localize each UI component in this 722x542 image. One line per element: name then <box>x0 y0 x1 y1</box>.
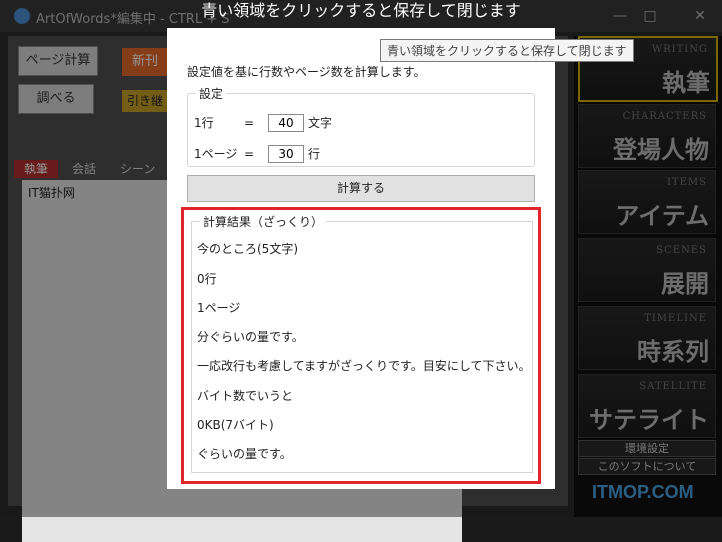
settings-legend: 設定 <box>196 85 227 102</box>
settings-group: 設定 1行 = 文字 1ページ = 行 <box>187 85 535 167</box>
results-highlight: 計算結果（ざっくり） 今のところ(5文字) 0行 1ページ 分ぐらいの量です。 … <box>181 207 541 484</box>
result-line: 0行 <box>197 272 217 286</box>
chars-per-line-row: 1行 = 文字 <box>194 114 332 132</box>
results-legend: 計算結果（ざっくり） <box>200 213 327 230</box>
calculate-button[interactable]: 計算する <box>187 175 535 202</box>
result-line: 今のところ(5文字) <box>197 242 298 256</box>
dialog-description: 設定値を基に行数やページ数を計算します。 <box>187 65 426 79</box>
tooltip: 青い領域をクリックすると保存して閉じます <box>380 39 634 62</box>
lines-unit: 行 <box>308 147 321 161</box>
chars-per-line-label: 1行 <box>194 116 214 130</box>
lines-per-page-label: 1ページ <box>194 147 238 161</box>
lines-per-page-row: 1ページ = 行 <box>194 145 320 163</box>
chars-unit: 文字 <box>308 116 333 130</box>
page-calc-dialog: 設定値を基に行数やページ数を計算します。 設定 1行 = 文字 1ページ = 行 計算す… <box>167 28 555 489</box>
overlay-title: 青い領域をクリックすると保存して閉じます <box>201 1 521 20</box>
result-line: 0KB(7バイト) <box>197 418 274 432</box>
result-line: 1ページ <box>197 301 241 315</box>
results-group: 計算結果（ざっくり） 今のところ(5文字) 0行 1ページ 分ぐらいの量です。 … <box>191 213 533 473</box>
result-line: バイト数でいうと <box>197 389 294 403</box>
equals-sign: = <box>244 116 255 130</box>
result-line: 一応改行も考慮してますがざっくりです。目安にして下さい。 <box>197 359 531 373</box>
equals-sign: = <box>244 147 255 161</box>
result-line: ぐらいの量です。 <box>197 447 292 461</box>
lines-per-page-input[interactable] <box>268 145 304 163</box>
chars-per-line-input[interactable] <box>268 114 304 132</box>
result-line: 分ぐらいの量です。 <box>197 330 304 344</box>
